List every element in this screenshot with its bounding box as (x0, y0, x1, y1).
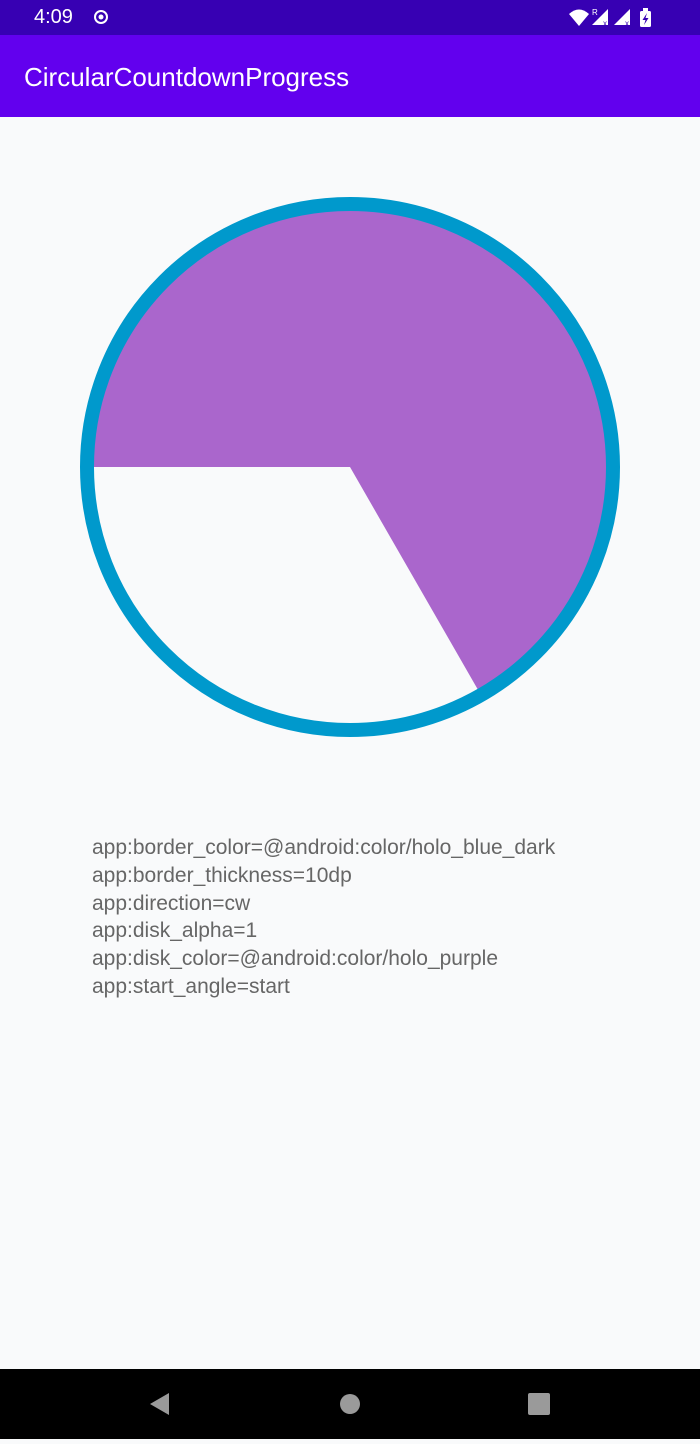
config-line-disk-color: app:disk_color=@android:color/holo_purpl… (92, 947, 498, 971)
battery-icon (640, 8, 651, 27)
home-button[interactable] (310, 1369, 390, 1439)
svg-text:x: x (625, 19, 629, 28)
recents-button[interactable] (499, 1369, 579, 1439)
config-list: app:border_color=@android:color/holo_blu… (92, 834, 555, 1001)
status-icons: R x x (567, 7, 667, 34)
status-bar: 4:09 R x x (0, 0, 700, 35)
config-line-border-color: app:border_color=@android:color/holo_blu… (92, 836, 556, 859)
status-time: 4:09 (34, 6, 73, 28)
recents-icon (528, 1393, 550, 1415)
sync-icon (93, 9, 109, 30)
config-line-direction: app:direction=cw (92, 891, 251, 915)
signal-icon: R x (592, 8, 608, 28)
wifi-icon (569, 9, 589, 26)
config-line-border-thickness: app:border_thickness=10dp (92, 863, 352, 887)
config-line-start-angle: app:start_angle=start (92, 974, 290, 998)
config-line-disk-alpha: app:disk_alpha=1 (92, 919, 258, 943)
svg-text:x: x (603, 19, 607, 28)
app-title: CircularCountdownProgress (24, 62, 350, 92)
navigation-bar (0, 1369, 700, 1439)
app-bar: CircularCountdownProgress (0, 35, 700, 117)
svg-text:R: R (592, 8, 598, 17)
back-button[interactable] (118, 1369, 198, 1439)
back-icon (150, 1393, 169, 1415)
circular-countdown-progress (80, 197, 620, 737)
signal-icon: x (614, 9, 630, 28)
home-icon (340, 1394, 360, 1414)
